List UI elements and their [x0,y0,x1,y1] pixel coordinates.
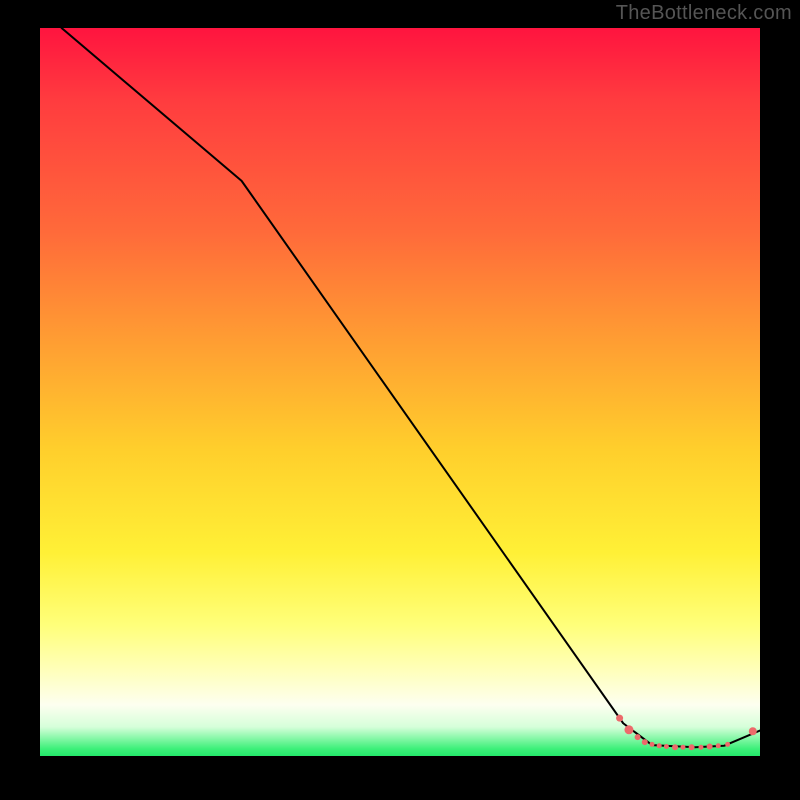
marker-dot [689,744,695,750]
marker-series-layer [616,715,757,751]
marker-dot [725,742,730,747]
marker-dot [616,715,623,722]
curve-path [62,28,760,747]
marker-dot [749,727,757,735]
marker-dot [635,734,641,740]
marker-dot [672,744,678,750]
watermark-text: TheBottleneck.com [616,2,792,25]
marker-dot [642,739,648,745]
marker-dot [657,743,662,748]
chart-overlay-svg [40,28,760,756]
marker-dot [650,742,655,747]
marker-dot [664,744,669,749]
marker-dot [716,743,721,748]
plot-outer [40,28,760,756]
marker-dot [707,744,713,750]
chart-frame: TheBottleneck.com [0,0,800,800]
marker-dot [624,725,633,734]
marker-dot [698,745,703,750]
line-series-layer [62,28,760,747]
marker-dot [680,745,685,750]
